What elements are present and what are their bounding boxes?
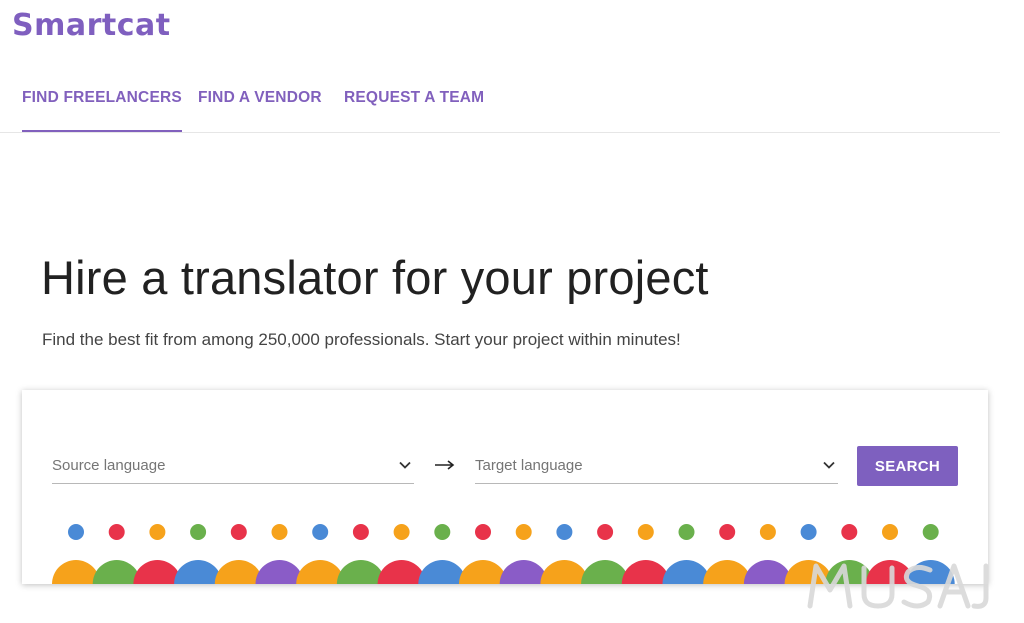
person-body — [418, 560, 467, 584]
person-head — [678, 524, 695, 540]
person-figure — [499, 524, 548, 584]
person-head — [434, 524, 451, 540]
chevron-down-icon — [823, 461, 835, 469]
tab-request-a-team[interactable]: REQUEST A TEAM — [344, 89, 484, 131]
person-body — [296, 560, 345, 584]
person-head — [515, 524, 532, 540]
person-head — [149, 524, 166, 540]
person-body — [459, 560, 507, 584]
person-body — [214, 560, 263, 584]
person-head — [271, 524, 288, 540]
person-body — [703, 560, 752, 584]
person-head — [190, 524, 207, 540]
person-head — [719, 524, 736, 540]
chevron-down-icon — [399, 461, 411, 469]
watermark-logo — [807, 563, 989, 609]
person-head — [637, 524, 654, 540]
person-body — [336, 560, 385, 584]
person-figure — [662, 524, 711, 584]
person-figure — [581, 524, 630, 584]
target-language-placeholder: Target language — [475, 457, 583, 474]
person-body — [377, 560, 426, 584]
arrow-right-icon — [435, 460, 455, 470]
person-body — [743, 560, 792, 584]
person-figure — [540, 524, 589, 584]
person-head — [841, 524, 858, 540]
person-head — [108, 524, 125, 540]
person-body — [499, 560, 548, 584]
page-subtitle: Find the best fit from among 250,000 pro… — [42, 330, 681, 349]
person-head — [68, 524, 84, 540]
tab-find-a-vendor[interactable]: FIND A VENDOR — [198, 89, 322, 131]
person-head — [556, 524, 573, 540]
person-body — [133, 560, 182, 584]
search-card: Source language Target language SEARCH — [22, 390, 988, 584]
person-head — [759, 524, 776, 540]
person-head — [230, 524, 247, 540]
person-head — [882, 524, 898, 540]
person-head — [393, 524, 410, 540]
person-figure — [214, 524, 263, 584]
smartcat-logo[interactable]: Smartcat — [12, 8, 171, 43]
page-title: Hire a translator for your project — [41, 251, 709, 304]
person-figure — [459, 524, 507, 584]
source-language-placeholder: Source language — [52, 457, 166, 474]
person-figure — [92, 524, 141, 584]
person-head — [312, 524, 329, 540]
person-figure — [703, 524, 752, 584]
person-body — [621, 560, 670, 584]
person-body — [581, 560, 630, 584]
person-figure — [174, 524, 223, 584]
target-language-select[interactable]: Target language — [475, 453, 838, 484]
person-figure — [621, 524, 670, 584]
person-figure — [743, 524, 792, 584]
person-head — [475, 524, 491, 540]
person-body — [540, 560, 589, 584]
source-language-select[interactable]: Source language — [52, 453, 414, 484]
tab-find-freelancers[interactable]: FIND FREELANCERS — [22, 89, 182, 132]
person-body — [174, 560, 223, 584]
person-figure — [296, 524, 345, 584]
person-figure — [336, 524, 385, 584]
person-figure — [133, 524, 182, 584]
person-figure — [255, 524, 304, 584]
person-head — [352, 524, 369, 540]
person-body — [255, 560, 304, 584]
person-head — [922, 524, 939, 540]
person-body — [92, 560, 141, 584]
person-body — [52, 560, 100, 584]
person-head — [800, 524, 817, 540]
person-figure — [52, 524, 100, 584]
person-body — [662, 560, 711, 584]
person-head — [597, 524, 614, 540]
person-figure — [418, 524, 467, 584]
search-button[interactable]: SEARCH — [857, 446, 958, 486]
person-figure — [377, 524, 426, 584]
top-nav: FIND FREELANCERS FIND A VENDOR REQUEST A… — [0, 70, 1000, 133]
